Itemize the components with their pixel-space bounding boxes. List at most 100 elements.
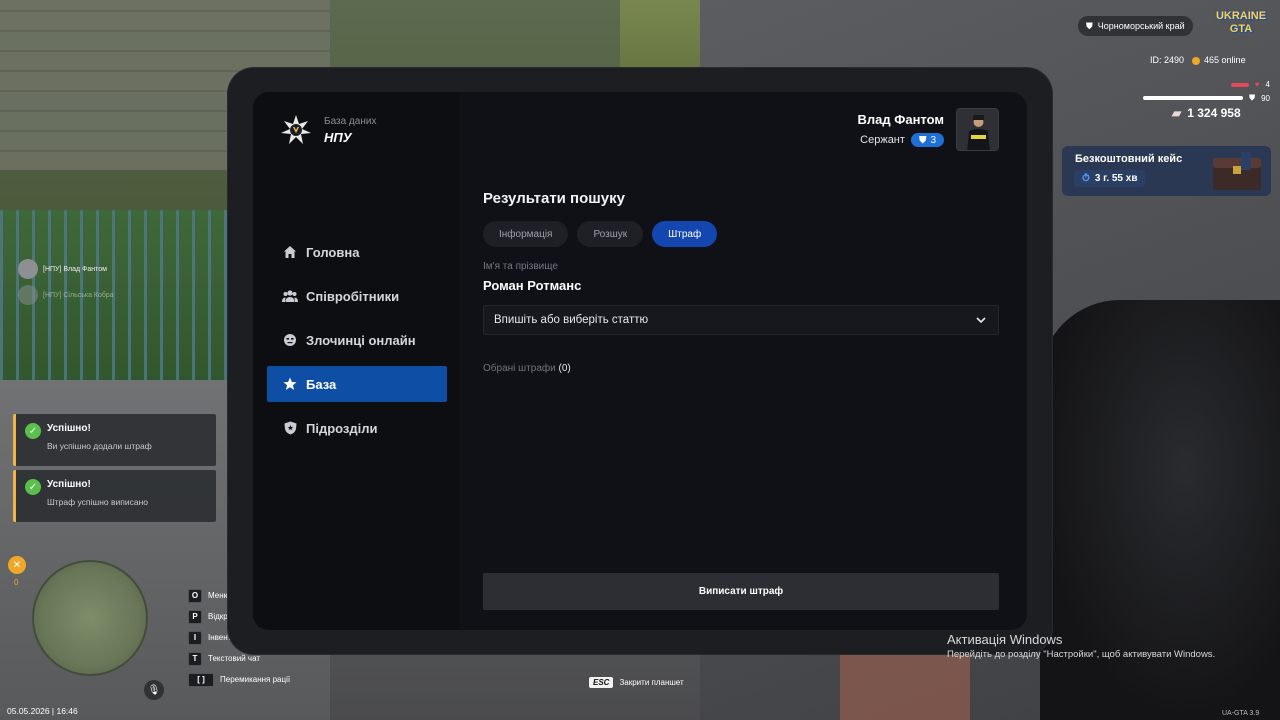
case-title: Безкоштовний кейс bbox=[1075, 153, 1183, 165]
player-avatar bbox=[18, 259, 38, 279]
sidebar-item-label: База bbox=[306, 376, 337, 392]
sidebar-nav: Головна Співробітники Злочинці онлайн Ба… bbox=[267, 234, 447, 454]
armor-bar-row: ⛊ 90 bbox=[1120, 93, 1270, 103]
server-badge: ⛊ Чорноморський край bbox=[1078, 16, 1193, 36]
tab-information[interactable]: Інформація bbox=[483, 221, 569, 247]
armor-value: 90 bbox=[1261, 93, 1270, 103]
shield-icon: ⛊ bbox=[1086, 20, 1093, 31]
criminal-icon bbox=[282, 332, 298, 348]
success-toast: ✓ Успішно! Штраф успішно виписано bbox=[13, 470, 216, 522]
sidebar-item-divisions[interactable]: Підрозділи bbox=[267, 410, 447, 446]
selected-fines: Обрані штрафи (0) bbox=[483, 363, 999, 374]
sidebar-item-home[interactable]: Головна bbox=[267, 234, 447, 270]
sidebar-item-label: Головна bbox=[306, 244, 360, 260]
player-id-row: ID: 2490 465 online bbox=[1150, 55, 1246, 65]
keycap: I bbox=[188, 630, 202, 645]
selected-fines-label: Обрані штрафи bbox=[483, 363, 556, 374]
online-count: 465 online bbox=[1192, 55, 1246, 65]
case-chest-icon bbox=[1213, 152, 1261, 190]
officer-avatar-icon bbox=[957, 109, 998, 150]
player-name: [НПУ] Влад Фантом bbox=[43, 265, 107, 273]
user-rank-row: Сержант ⛊ 3 bbox=[858, 133, 944, 147]
check-icon: ✓ bbox=[25, 423, 41, 439]
sidebar: База даних НПУ Головна Співробітники Зло… bbox=[253, 92, 460, 630]
armor-icon: ⛊ bbox=[1249, 93, 1256, 102]
status-bars: ♥ 4 ⛊ 90 bbox=[1120, 80, 1270, 107]
activation-text: Перейдіть до розділу "Настройки", щоб ак… bbox=[947, 649, 1216, 660]
player-tag: [НПУ] Сільська Кобра bbox=[18, 285, 114, 305]
nearby-players: [НПУ] Влад Фантом [НПУ] Сільська Кобра bbox=[18, 259, 114, 311]
tab-wanted[interactable]: Розшук bbox=[577, 221, 644, 247]
issue-fine-button[interactable]: Виписати штраф bbox=[483, 573, 999, 610]
keycap: T bbox=[188, 651, 202, 666]
toast-title: Успішно! bbox=[47, 479, 91, 490]
background-red-road bbox=[840, 650, 970, 720]
keycap: P bbox=[188, 609, 202, 624]
case-timer: ⏱ 3 г. 55 хв bbox=[1074, 170, 1146, 187]
armor-bar bbox=[1143, 96, 1244, 100]
health-bar-row: ♥ 4 bbox=[1120, 80, 1270, 89]
health-bar bbox=[1230, 82, 1249, 87]
food-icon: ✕ bbox=[8, 556, 26, 574]
food-count: 0 bbox=[14, 578, 19, 587]
keycap: O bbox=[188, 588, 202, 603]
brand-subtitle: База даних bbox=[324, 115, 377, 127]
brand-title: НПУ bbox=[324, 129, 352, 145]
datetime: 05.05.2026 | 16:46 bbox=[7, 706, 78, 716]
rank-level: 3 bbox=[930, 134, 936, 146]
toast-title: Успішно! bbox=[47, 423, 91, 434]
rank-shield-icon: ⛊ bbox=[918, 134, 927, 146]
tab-fine[interactable]: Штраф bbox=[652, 221, 718, 247]
success-toast: ✓ Успішно! Ви успішно додали штраф bbox=[13, 414, 216, 466]
timer-icon: ⏱ bbox=[1082, 173, 1090, 184]
sidebar-item-label: Співробітники bbox=[306, 288, 400, 304]
player-avatar bbox=[18, 285, 38, 305]
player-id: ID: 2490 bbox=[1150, 55, 1185, 65]
brand: База даних НПУ bbox=[280, 114, 376, 146]
tab-bar: Інформація Розшук Штраф bbox=[483, 221, 999, 247]
star-icon bbox=[282, 376, 298, 392]
tablet-screen: База даних НПУ Головна Співробітники Зло… bbox=[253, 92, 1027, 630]
close-tablet-hint: ESC Закрити планшет bbox=[589, 677, 684, 688]
article-select[interactable]: Впишіть або виберіть статтю bbox=[483, 305, 999, 335]
server-name: Чорноморський край bbox=[1097, 21, 1185, 31]
free-case-widget[interactable]: Безкоштовний кейс ⏱ 3 г. 55 хв bbox=[1062, 146, 1271, 196]
keybind-label: Текстовий чат bbox=[208, 654, 261, 663]
user-profile: Влад Фантом Сержант ⛊ 3 bbox=[857, 108, 999, 151]
keybind-label: Меню bbox=[208, 591, 230, 600]
user-name: Влад Фантом bbox=[857, 112, 945, 127]
minimap bbox=[32, 560, 148, 676]
money-value: 1 324 958 bbox=[1187, 106, 1241, 120]
page-title: Результати пошуку bbox=[483, 190, 625, 207]
sidebar-item-database[interactable]: База bbox=[267, 366, 447, 402]
money-display: ▰ 1 324 958 bbox=[1172, 106, 1241, 120]
tablet-frame: База даних НПУ Головна Співробітники Зло… bbox=[228, 68, 1052, 654]
user-rank: Сержант bbox=[860, 134, 905, 146]
toast-text: Штраф успішно виписано bbox=[47, 497, 149, 507]
toast-text: Ви успішно додали штраф bbox=[47, 441, 152, 451]
chevron-down-icon bbox=[976, 317, 986, 323]
keybind-label: Перемикання рації bbox=[220, 675, 291, 684]
esc-label: Закрити планшет bbox=[619, 678, 684, 687]
check-icon: ✓ bbox=[25, 479, 41, 495]
sidebar-item-label: Злочинці онлайн bbox=[306, 332, 416, 348]
cash-icon: ▰ bbox=[1172, 106, 1182, 120]
microphone-icon: 🎙 bbox=[144, 680, 164, 700]
player-tag: [НПУ] Влад Фантом bbox=[18, 259, 114, 279]
keycap: [ ] bbox=[188, 672, 214, 687]
sidebar-item-employees[interactable]: Співробітники bbox=[267, 278, 447, 314]
version-label: UA-GTA 3.9 bbox=[1222, 710, 1260, 717]
search-results-panel: Результати пошуку Інформація Розшук Штра… bbox=[483, 190, 999, 374]
police-emblem-icon bbox=[281, 115, 311, 144]
selected-fines-count: (0) bbox=[558, 363, 571, 374]
article-select-placeholder: Впишіть або виберіть статтю bbox=[494, 314, 649, 326]
keybind-row: [ ] Перемикання рації bbox=[188, 672, 290, 687]
avatar bbox=[956, 108, 999, 151]
health-value: 4 bbox=[1265, 80, 1270, 89]
home-icon bbox=[282, 244, 298, 260]
esc-key: ESC bbox=[589, 677, 614, 688]
heart-icon: ♥ bbox=[1254, 80, 1260, 89]
sidebar-item-criminals-online[interactable]: Злочинці онлайн bbox=[267, 322, 447, 358]
player-name: [НПУ] Сільська Кобра bbox=[43, 291, 114, 299]
shield-icon bbox=[282, 420, 298, 436]
